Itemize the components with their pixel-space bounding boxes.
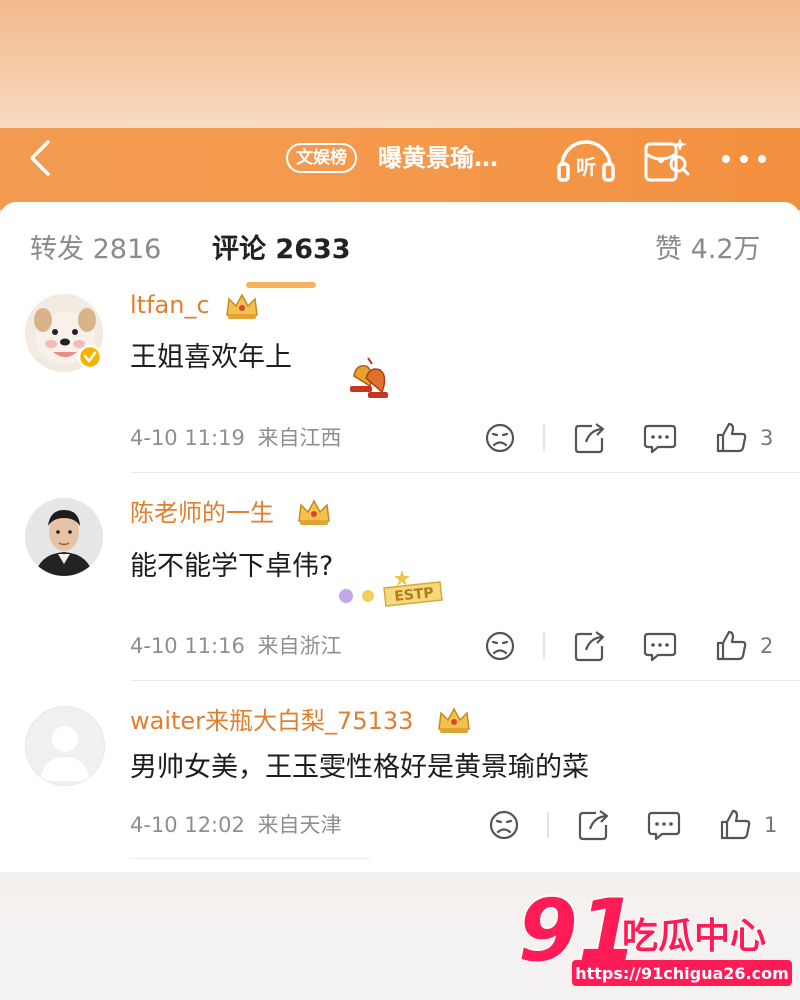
avatar[interactable] [25,706,105,786]
comment-location: 来自天津 [257,813,342,837]
comment-time-value: 4-10 11:19 [130,426,245,450]
like-count: 2 [760,634,774,658]
tab-repost[interactable]: 转发 2816 [30,230,161,270]
divider [130,472,800,473]
comment-time-value: 4-10 11:16 [130,634,245,658]
comment-time-value: 4-10 12:02 [130,813,245,837]
active-tab-indicator [246,282,316,288]
red-packet-icon [644,138,690,182]
separator [547,812,549,838]
watermark-logo: 91 吃瓜中心 https://91chigua26.com [517,882,792,986]
red-packet-button[interactable] [640,134,692,186]
tab-comment-label: 评论 [212,234,266,265]
svg-text:吃瓜中心: 吃瓜中心 [622,916,766,957]
listen-label: 听 [576,155,596,179]
crown-icon [438,707,470,733]
comment-text: 男帅女美，王玉雯性格好是黄景瑜的菜 [130,752,589,783]
dislike-icon[interactable] [482,628,518,664]
share-icon[interactable] [576,807,612,843]
dislike-icon[interactable] [482,420,518,456]
background-blur [0,0,800,128]
comment-location: 来自浙江 [257,634,342,658]
like-count: 1 [764,813,778,837]
man-avatar-image [25,498,103,576]
comment-location: 来自江西 [257,426,342,450]
listen-button[interactable]: 听 [556,132,616,186]
comment-icon[interactable] [642,420,678,456]
comment-username[interactable]: ltfan_c [130,289,210,321]
svg-text:https://91chigua26.com: https://91chigua26.com [575,964,789,983]
dislike-icon[interactable] [486,807,522,843]
like-icon[interactable] [718,807,754,843]
tab-likes-count: 4.2万 [690,234,761,265]
tab-repost-label: 转发 [30,234,84,265]
comment-icon[interactable] [646,807,682,843]
like-icon[interactable] [714,420,750,456]
crown-icon [226,293,258,319]
comment-text: 能不能学下卓伟? [130,551,334,582]
avatar[interactable] [25,498,103,576]
divider [130,680,800,681]
estp-sticker-icon: ESTP [339,570,443,607]
more-button[interactable] [716,140,772,180]
tab-likes[interactable]: 赞 4.2万 [655,230,761,270]
page-title: 曝黄景瑜… [378,144,498,172]
comment-time: 4-10 11:16 来自浙江 [130,631,342,661]
default-avatar-image [26,707,104,785]
more-icon [722,155,766,163]
like-icon[interactable] [714,628,750,664]
back-button[interactable] [22,138,64,180]
tab-repost-count: 2816 [92,234,162,265]
comment-time: 4-10 11:19 来自江西 [130,423,342,453]
divider [130,858,370,859]
comment-time: 4-10 12:02 来自天津 [130,810,342,840]
verified-badge-icon [77,344,103,370]
crown-icon [298,499,330,525]
like-count: 3 [760,426,774,450]
tab-comment[interactable]: 评论 2633 [212,230,351,270]
separator [543,633,545,659]
listen-icon: 听 [557,140,615,182]
bells-sticker-icon [350,357,388,398]
comment-text: 王姐喜欢年上 [130,342,292,373]
topic-tag[interactable]: 文娱榜 [286,143,357,173]
separator [543,425,545,451]
share-icon[interactable] [572,420,608,456]
share-icon[interactable] [572,628,608,664]
back-arrow-icon [30,140,50,176]
comment-username[interactable]: 陈老师的一生 [130,497,274,529]
comment-icon[interactable] [642,628,678,664]
comment-username[interactable]: waiter来瓶大白梨_75133 [130,705,413,737]
tab-comment-count: 2633 [275,234,351,265]
tab-likes-label: 赞 [655,234,682,265]
